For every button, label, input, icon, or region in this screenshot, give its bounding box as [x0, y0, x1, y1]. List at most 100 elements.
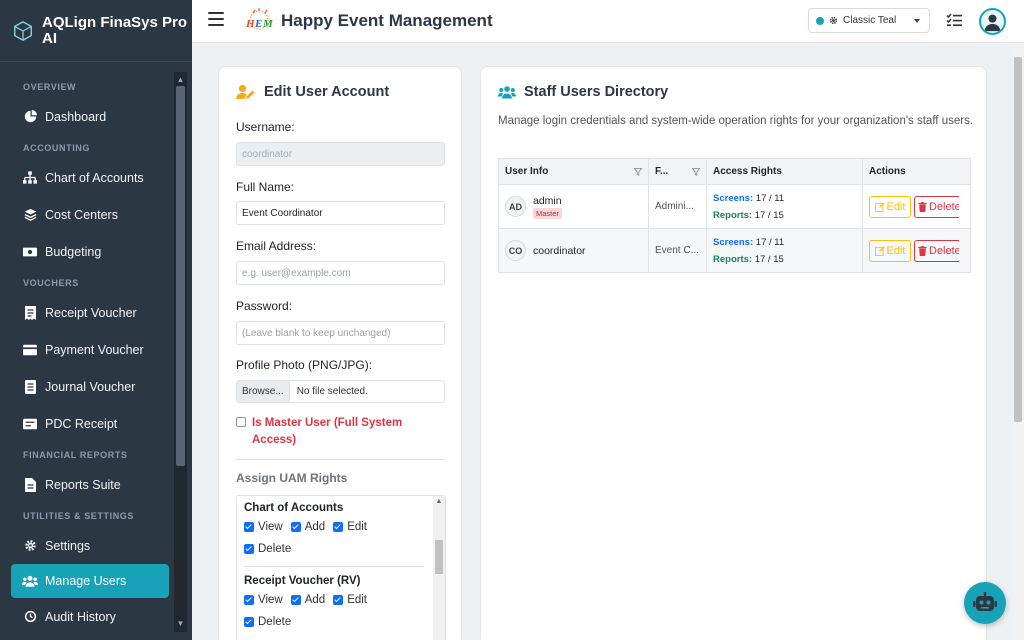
- checkbox-checked[interactable]: [244, 544, 254, 554]
- checkbox-checked[interactable]: [290, 522, 301, 532]
- sidebar-item-journal-voucher[interactable]: Journal Voucher: [0, 368, 174, 405]
- sidebar-item-audit-history[interactable]: Audit History: [0, 598, 174, 635]
- main-scrollbar[interactable]: [1012, 43, 1024, 640]
- tasks-icon[interactable]: [946, 13, 962, 27]
- svg-text:H: H: [245, 18, 255, 30]
- theme-select[interactable]: Classic Teal: [808, 8, 930, 33]
- option-label: Delete: [258, 543, 292, 555]
- column-label: Actions: [869, 166, 906, 177]
- brand[interactable]: AQLign FinaSys Pro AI: [0, 0, 192, 62]
- sidebar: AQLign FinaSys Pro AI OVERVIEW Dashboard…: [0, 0, 192, 640]
- uam-scroll-thumb[interactable]: [435, 540, 443, 574]
- avatar: CO: [505, 240, 526, 261]
- uam-view-option[interactable]: View: [244, 594, 283, 606]
- sidebar-item-budgeting[interactable]: Budgeting: [0, 233, 174, 270]
- topbar: H E M Happy Event Management Classic Tea…: [192, 0, 1024, 43]
- email-field[interactable]: e.g. user@example.com: [236, 261, 445, 285]
- journal-icon: [22, 379, 38, 394]
- users-icon: [22, 574, 38, 588]
- checkbox-checked[interactable]: [244, 595, 254, 605]
- sidebar-scrollbar[interactable]: ▲ ▼: [174, 72, 187, 632]
- access-rights-cell: Screens: 17 / 11 Reports: 17 / 15: [706, 228, 863, 273]
- checkbox-checked[interactable]: [290, 595, 301, 605]
- screens-value: 17 / 11: [755, 192, 785, 204]
- username: coordinator: [533, 244, 586, 257]
- sidebar-item-reports-suite[interactable]: Reports Suite: [0, 466, 174, 503]
- username-field: coordinator: [236, 142, 445, 166]
- sidebar-item-label: Settings: [45, 538, 91, 553]
- password-field[interactable]: (Leave blank to keep unchanged): [236, 321, 445, 345]
- sidebar-item-label: Cost Centers: [45, 207, 118, 222]
- username: admin: [533, 194, 562, 207]
- sidebar-item-label: Manage Users: [45, 574, 127, 588]
- col-user-info[interactable]: User Info: [498, 158, 649, 185]
- sidebar-nav: OVERVIEW Dashboard ACCOUNTING Chart of A…: [0, 74, 174, 635]
- uam-scrollbar[interactable]: ▲: [433, 496, 445, 640]
- fullname-field[interactable]: Event Coordinator: [236, 201, 445, 225]
- payment-icon: [22, 343, 38, 357]
- user-info-cell: CO coordinator: [498, 228, 649, 273]
- option-label: Delete: [258, 616, 292, 628]
- file-status: No file selected.: [296, 386, 368, 397]
- delete-user-button[interactable]: Delete: [914, 195, 959, 218]
- edit-user-button[interactable]: Edit: [869, 195, 911, 218]
- sidebar-item-payment-voucher[interactable]: Payment Voucher: [0, 331, 174, 368]
- sidebar-scroll-thumb[interactable]: [176, 86, 185, 466]
- delete-user-button[interactable]: Delete: [914, 239, 959, 262]
- uam-group-title: Chart of Accounts: [244, 502, 344, 514]
- uam-delete-option[interactable]: Delete: [244, 616, 291, 628]
- sidebar-item-pdc-receipt[interactable]: PDC Receipt: [0, 405, 174, 442]
- sidebar-item-cost-centers[interactable]: Cost Centers: [0, 196, 174, 233]
- scroll-down-icon[interactable]: ▼: [174, 618, 187, 630]
- browse-button[interactable]: Browse...: [237, 381, 290, 402]
- profile-photo-input[interactable]: Browse... No file selected.: [236, 380, 445, 403]
- sidebar-item-dashboard[interactable]: Dashboard: [0, 98, 174, 135]
- uam-delete-option[interactable]: Delete: [244, 543, 291, 555]
- svg-text:E: E: [254, 18, 262, 30]
- actions-cell: Edit Delete: [862, 228, 971, 273]
- button-label: Edit: [886, 244, 906, 257]
- scroll-up-icon[interactable]: ▲: [433, 496, 445, 506]
- master-user-checkbox[interactable]: [236, 417, 246, 427]
- user-info-cell: AD admin Master: [498, 184, 649, 229]
- option-label: Edit: [347, 594, 368, 606]
- uam-separator: [244, 566, 424, 567]
- uam-add-option[interactable]: Add: [290, 521, 325, 533]
- filter-icon[interactable]: [634, 168, 642, 176]
- chatbot-button[interactable]: [964, 582, 1006, 624]
- main-scroll-thumb[interactable]: [1014, 57, 1022, 422]
- uam-edit-option[interactable]: Edit: [333, 594, 367, 606]
- sidebar-item-label: PDC Receipt: [45, 416, 118, 431]
- sidebar-item-settings[interactable]: Settings: [0, 527, 174, 564]
- layers-icon: [22, 208, 38, 222]
- trash-icon: [918, 245, 927, 256]
- fullname-cell: Event C...: [648, 228, 707, 273]
- palette-gear-icon: [829, 16, 838, 25]
- sitemap-icon: [22, 171, 38, 185]
- sidebar-item-manage-users[interactable]: Manage Users: [11, 564, 169, 598]
- screens-label: Screens:: [713, 192, 754, 204]
- user-avatar[interactable]: [979, 8, 1006, 35]
- sidebar-item-label: Reports Suite: [45, 477, 121, 492]
- col-fullname[interactable]: F...: [648, 158, 707, 185]
- receipt-icon: [22, 305, 38, 320]
- scroll-up-icon[interactable]: ▲: [174, 74, 187, 86]
- sidebar-item-chart-of-accounts[interactable]: Chart of Accounts: [0, 159, 174, 196]
- hamburger-menu-icon[interactable]: [208, 12, 224, 26]
- sidebar-item-label: Receipt Voucher: [45, 305, 137, 320]
- checkbox-checked[interactable]: [333, 595, 344, 605]
- chevron-down-icon: [914, 19, 920, 23]
- sidebar-item-receipt-voucher[interactable]: Receipt Voucher: [0, 294, 174, 331]
- uam-edit-option[interactable]: Edit: [333, 521, 367, 533]
- checkbox-checked[interactable]: [333, 522, 344, 532]
- option-label: Add: [304, 594, 326, 606]
- uam-add-option[interactable]: Add: [290, 594, 326, 606]
- master-user-row[interactable]: Is Master User (Full System Access): [236, 415, 446, 449]
- nav-section-financial-reports: FINANCIAL REPORTS: [23, 450, 128, 460]
- checkbox-checked[interactable]: [244, 617, 254, 627]
- screens-value: 17 / 11: [755, 236, 785, 248]
- filter-icon[interactable]: [692, 168, 700, 176]
- edit-user-button[interactable]: Edit: [869, 239, 911, 262]
- uam-view-option[interactable]: View: [244, 521, 283, 533]
- checkbox-checked[interactable]: [244, 522, 254, 532]
